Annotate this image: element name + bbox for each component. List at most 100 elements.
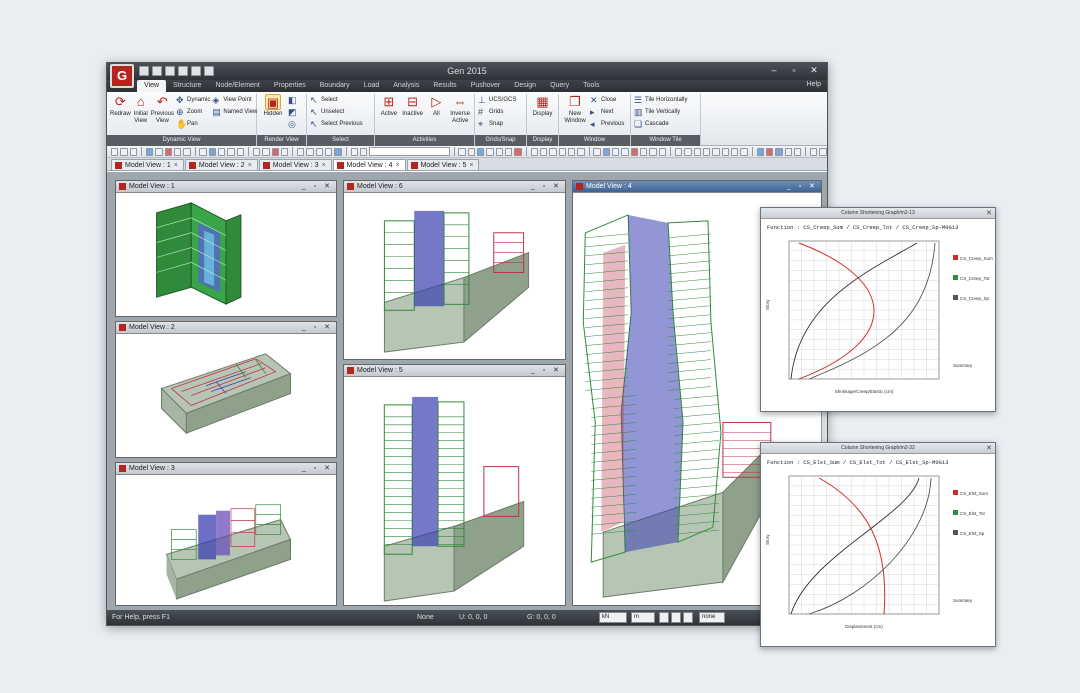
toolbar-tool-icon[interactable] xyxy=(111,147,119,156)
close-tab-icon[interactable]: × xyxy=(322,160,326,171)
toolbar-tool-icon[interactable] xyxy=(360,147,368,156)
toolbar-tool-icon[interactable] xyxy=(539,147,548,156)
view-window-controls[interactable]: _ ▫ ✕ xyxy=(787,181,818,193)
menu-tab-boundary[interactable]: Boundary xyxy=(313,80,357,92)
model-view-3[interactable]: Model View : 3 _ ▫ ✕ xyxy=(115,462,337,606)
toolbar-tool-icon[interactable] xyxy=(621,147,629,156)
toolbar-tool-icon[interactable] xyxy=(458,147,466,156)
menu-tab-results[interactable]: Results xyxy=(426,80,463,92)
toolbar-tool-icon[interactable] xyxy=(271,147,279,156)
model-view-1[interactable]: Model View : 1 _ ▫ ✕ xyxy=(115,180,337,317)
length-unit-select[interactable]: m xyxy=(631,612,655,623)
model-render-2[interactable] xyxy=(116,334,336,457)
toolbar-tool-icon[interactable] xyxy=(145,147,154,156)
close-button[interactable]: ✕ xyxy=(805,64,823,77)
toolbar-tool-icon[interactable] xyxy=(558,147,566,156)
toolbar-tool-icon[interactable] xyxy=(793,147,802,156)
command-input[interactable] xyxy=(369,147,450,156)
toolbar-tool-icon[interactable] xyxy=(712,147,720,156)
snap-button[interactable]: ⌖ Snap xyxy=(478,119,516,129)
view-window-controls[interactable]: _ ▫ ✕ xyxy=(302,322,333,334)
toolbar-tool-icon[interactable] xyxy=(693,147,701,156)
display-button[interactable]: ▦ Display xyxy=(530,94,555,133)
toolbar-tool-icon[interactable] xyxy=(306,147,314,156)
active-button[interactable]: ⊞ Active xyxy=(378,94,400,133)
inactive-button[interactable]: ⊟ Inactive xyxy=(402,94,424,133)
toolbar-tool-icon[interactable] xyxy=(505,147,513,156)
toolbar-tool-icon[interactable] xyxy=(530,147,538,156)
view-window-controls[interactable]: _ ▫ ✕ xyxy=(531,365,562,377)
previous-window-button[interactable]: ◂ Previous xyxy=(590,119,624,129)
model-render-3[interactable] xyxy=(116,475,336,605)
toolbar-tool-icon[interactable] xyxy=(567,147,576,156)
unselect-button[interactable]: ↖ Unselect xyxy=(310,107,363,117)
toolbar-tool-icon[interactable] xyxy=(325,147,333,156)
status-tool-icon[interactable] xyxy=(683,612,693,623)
cascade-button[interactable]: ❏ Cascade xyxy=(634,119,687,129)
toolbar-tool-icon[interactable] xyxy=(819,147,827,156)
toolbar-tool-icon[interactable] xyxy=(183,147,191,156)
view-window-controls[interactable]: _ ▫ ✕ xyxy=(302,463,333,475)
hidden-button[interactable]: ▣ Hidden xyxy=(260,94,286,133)
toolbar-tool-icon[interactable] xyxy=(658,147,667,156)
toolbar-tool-icon[interactable] xyxy=(350,147,358,156)
toolbar-tool-icon[interactable] xyxy=(164,147,172,156)
render-perspective-button[interactable]: ◩ xyxy=(288,107,297,117)
toolbar-tool-icon[interactable] xyxy=(334,147,342,156)
menu-tab-design[interactable]: Design xyxy=(507,80,543,92)
help-link[interactable]: Help xyxy=(807,81,821,88)
toolbar-tool-icon[interactable] xyxy=(630,147,639,156)
toolbar-tool-icon[interactable] xyxy=(297,147,305,156)
toolbar-tool-icon[interactable] xyxy=(315,147,324,156)
toolbar-tool-icon[interactable] xyxy=(649,147,657,156)
menu-tab-pushover[interactable]: Pushover xyxy=(464,80,508,92)
toolbar-tool-icon[interactable] xyxy=(612,147,620,156)
close-icon[interactable]: ✕ xyxy=(986,443,992,454)
close-tab-icon[interactable]: × xyxy=(469,160,473,171)
close-tab-icon[interactable]: × xyxy=(174,160,178,171)
toolbar-tool-icon[interactable] xyxy=(129,147,137,156)
toolbar-tool-icon[interactable] xyxy=(218,147,226,156)
redraw-button[interactable]: ⟳ Redraw xyxy=(110,94,131,133)
tile-horizontally-button[interactable]: ☰ Tile Horizontally xyxy=(634,95,687,105)
tile-vertically-button[interactable]: ▥ Tile Vertically xyxy=(634,107,687,117)
menu-tab-analysis[interactable]: Analysis xyxy=(386,80,426,92)
named-view-button[interactable]: ▤ Named View xyxy=(212,107,257,117)
close-window-button[interactable]: ✕ Close xyxy=(590,95,624,105)
toolbar-tool-icon[interactable] xyxy=(477,147,485,156)
select-button[interactable]: ↖ Select xyxy=(310,95,363,105)
toolbar-tool-icon[interactable] xyxy=(208,147,217,156)
dynamic-button[interactable]: ✥ Dynamic xyxy=(176,95,210,105)
toolbar-tool-icon[interactable] xyxy=(602,147,611,156)
view-window-controls[interactable]: _ ▫ ✕ xyxy=(531,181,562,193)
toolbar-tool-icon[interactable] xyxy=(199,147,207,156)
model-render-1[interactable] xyxy=(116,193,336,316)
force-unit-select[interactable]: kN xyxy=(599,612,627,623)
toolbar-tool-icon[interactable] xyxy=(577,147,585,156)
toolbar-tool-icon[interactable] xyxy=(549,147,557,156)
ucs-gcs-button[interactable]: ⊥ UCS/GCS xyxy=(478,95,516,105)
select-previous-button[interactable]: ↖ Select Previous xyxy=(310,119,363,129)
menu-tab-load[interactable]: Load xyxy=(357,80,387,92)
toolbar-tool-icon[interactable] xyxy=(740,147,748,156)
toolbar-tool-icon[interactable] xyxy=(810,147,818,156)
menu-tab-node-element[interactable]: Node/Element xyxy=(208,80,266,92)
doc-tab-model-view-3[interactable]: Model View : 3 × xyxy=(258,159,332,171)
toolbar-tool-icon[interactable] xyxy=(252,147,261,156)
toolbar-tool-icon[interactable] xyxy=(486,147,494,156)
status-tool-icon[interactable] xyxy=(671,612,681,623)
toolbar-tool-icon[interactable] xyxy=(514,147,522,156)
toolbar-tool-icon[interactable] xyxy=(495,147,504,156)
toolbar-tool-icon[interactable] xyxy=(721,147,729,156)
render-display-button[interactable]: ◎ xyxy=(288,119,297,129)
doc-tab-model-view-4[interactable]: Model View : 4 × xyxy=(332,159,406,170)
pan-button[interactable]: ✋ Pan xyxy=(176,119,210,129)
toolbar-tool-icon[interactable] xyxy=(593,147,601,156)
toolbar-tool-icon[interactable] xyxy=(155,147,163,156)
previous-view-button[interactable]: ↶ Previous View xyxy=(151,94,174,133)
initial-view-button[interactable]: ⌂ Initial View xyxy=(133,94,149,133)
toolbar-tool-icon[interactable] xyxy=(640,147,648,156)
toolbar-tool-icon[interactable] xyxy=(262,147,270,156)
toolbar-tool-icon[interactable] xyxy=(784,147,792,156)
toolbar-tool-icon[interactable] xyxy=(702,147,711,156)
